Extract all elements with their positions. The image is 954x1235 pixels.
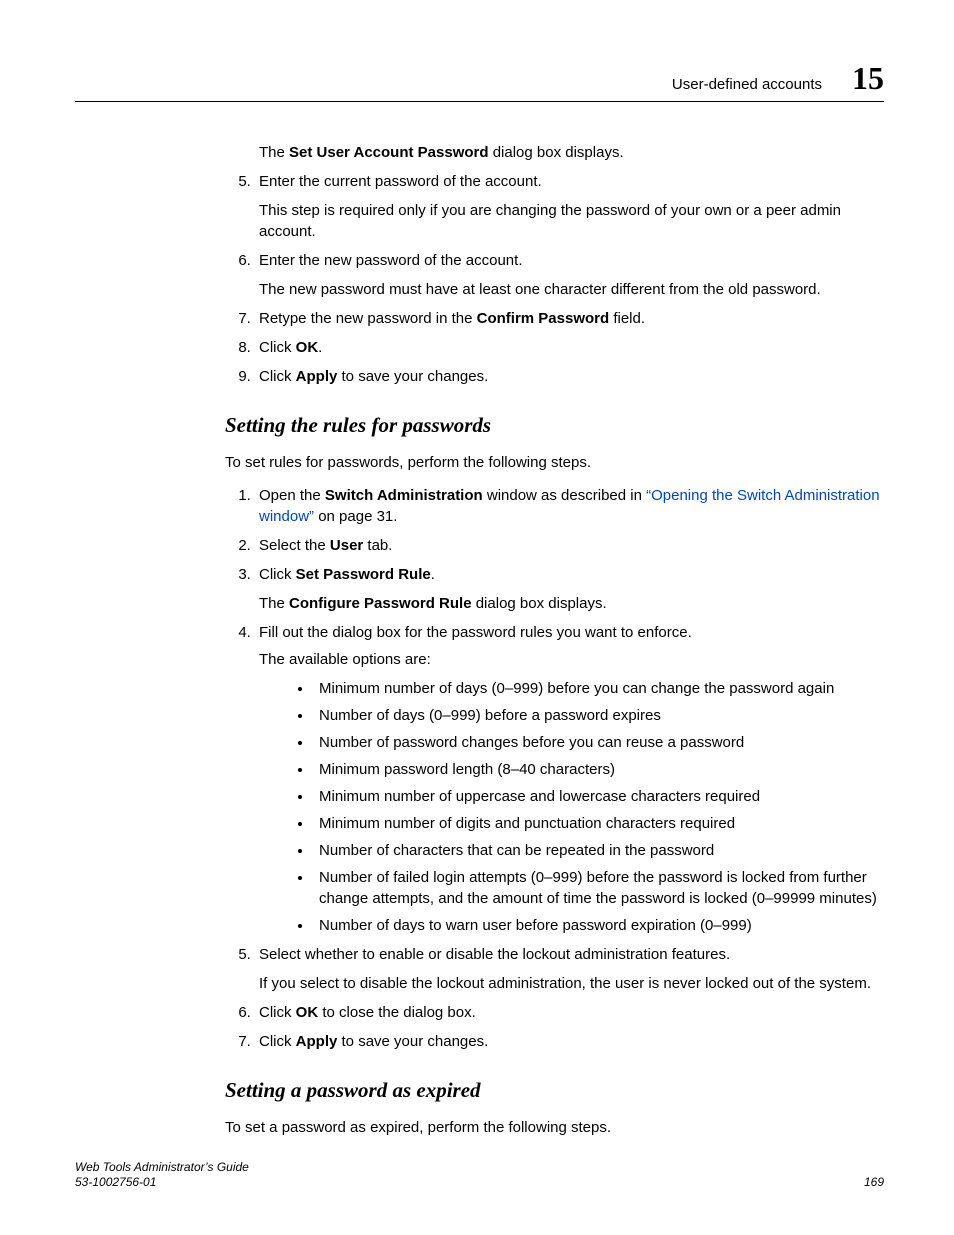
book-title: Web Tools Administrator’s Guide <box>75 1160 249 1176</box>
step-5: Enter the current password of the accoun… <box>255 171 884 242</box>
page-header: User-defined accounts 15 <box>75 60 884 102</box>
step-9: Click Apply to save your changes. <box>255 366 884 387</box>
step-7: Retype the new password in the Confirm P… <box>255 308 884 329</box>
rules-step-5-note: If you select to disable the lockout adm… <box>259 973 884 994</box>
list-item: Number of days (0–999) before a password… <box>313 705 884 726</box>
list-item: Number of password changes before you ca… <box>313 732 884 753</box>
rules-step-5: Select whether to enable or disable the … <box>255 944 884 994</box>
step-6: Enter the new password of the account. T… <box>255 250 884 300</box>
steps-continued: Enter the current password of the accoun… <box>225 171 884 387</box>
doc-number: 53-1002756-01 <box>75 1175 249 1191</box>
rules-step-6: Click OK to close the dialog box. <box>255 1002 884 1023</box>
rules-step-2: Select the User tab. <box>255 535 884 556</box>
rules-step-3: Click Set Password Rule. The Configure P… <box>255 564 884 614</box>
rules-steps: Open the Switch Administration window as… <box>225 485 884 1052</box>
rules-step-4: Fill out the dialog box for the password… <box>255 622 884 936</box>
page-footer: Web Tools Administrator’s Guide 53-10027… <box>75 1160 884 1191</box>
rules-options: Minimum number of days (0–999) before yo… <box>259 678 884 936</box>
list-item: Number of days to warn user before passw… <box>313 915 884 936</box>
rules-step-7: Click Apply to save your changes. <box>255 1031 884 1052</box>
list-item: Minimum number of digits and punctuation… <box>313 813 884 834</box>
chapter-number: 15 <box>852 60 884 97</box>
step-8: Click OK. <box>255 337 884 358</box>
page-number: 169 <box>864 1175 884 1191</box>
running-head: User-defined accounts <box>672 76 822 93</box>
section-title-expired: Setting a password as expired <box>225 1078 884 1103</box>
list-item: Number of characters that can be repeate… <box>313 840 884 861</box>
rules-intro: To set rules for passwords, perform the … <box>225 452 884 473</box>
list-item: Minimum password length (8–40 characters… <box>313 759 884 780</box>
dialog-display-note: The Set User Account Password dialog box… <box>259 142 884 163</box>
expired-intro: To set a password as expired, perform th… <box>225 1117 884 1138</box>
step-6-note: The new password must have at least one … <box>259 279 884 300</box>
rules-step-4-sub: The available options are: <box>259 649 884 670</box>
rules-step-3-note: The Configure Password Rule dialog box d… <box>259 593 884 614</box>
list-item: Minimum number of days (0–999) before yo… <box>313 678 884 699</box>
step-5-note: This step is required only if you are ch… <box>259 200 884 242</box>
rules-step-1: Open the Switch Administration window as… <box>255 485 884 527</box>
list-item: Minimum number of uppercase and lowercas… <box>313 786 884 807</box>
dialog-name: Set User Account Password <box>289 144 489 161</box>
list-item: Number of failed login attempts (0–999) … <box>313 867 884 909</box>
section-title-rules: Setting the rules for passwords <box>225 413 884 438</box>
